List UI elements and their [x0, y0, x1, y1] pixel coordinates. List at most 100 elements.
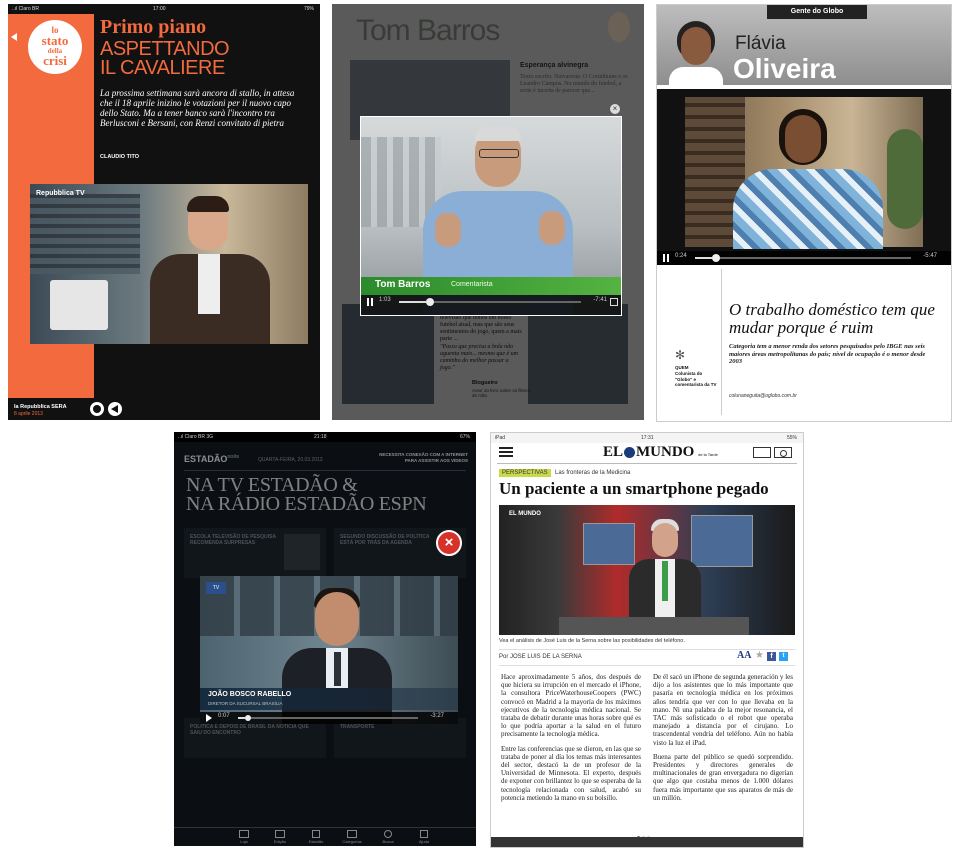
nav-estadao-label: Estadão — [308, 839, 324, 844]
doctor-tie — [662, 561, 668, 601]
video-controls: 0:24 -5:47 — [657, 251, 951, 265]
twitter-icon[interactable]: t — [779, 652, 788, 661]
favorite-icon[interactable]: ★ — [755, 650, 764, 662]
headline-line-2: IL CAVALIERE — [100, 57, 225, 79]
grid-icon — [347, 830, 357, 838]
hamburger-icon — [499, 451, 513, 453]
search-icon — [384, 830, 392, 838]
nav-store[interactable]: Loja — [230, 830, 258, 844]
pause-icon[interactable] — [663, 254, 669, 262]
nav-categories[interactable]: Categorias — [338, 830, 366, 844]
facebook-icon[interactable]: f — [767, 652, 776, 661]
menu-button[interactable] — [499, 447, 513, 457]
section-tag-text: Las fronteras de la Medicina — [555, 470, 631, 476]
side-text: Colunista do "Globo" e comentarista da T… — [675, 371, 717, 387]
play-icon[interactable] — [206, 714, 212, 722]
seek-knob[interactable] — [426, 298, 435, 306]
headline: ASPETTANDO IL CAVALIERE — [100, 39, 230, 79]
video-logo: EL MUNDO — [509, 511, 541, 517]
paragraph: Entre las conferencias que se dieron, en… — [501, 744, 641, 802]
status-bar: iPad 17:31 55% — [491, 433, 803, 443]
article-column-1: Hace aproximadamente 5 años, dos después… — [501, 673, 641, 808]
seek-bar[interactable] — [238, 715, 418, 721]
paragraph: De él sacó un iPhone de segunda generaci… — [653, 673, 793, 747]
font-size-button[interactable]: AA — [737, 650, 751, 661]
presenter-shirt — [198, 254, 220, 314]
lower-third-name: JOÃO BOSCO RABELLO — [208, 691, 292, 698]
nav-help[interactable]: Ajuda — [410, 830, 438, 844]
interviewee-hand-right — [539, 211, 565, 245]
video-shelves — [30, 194, 140, 274]
interviewee-hand-left — [435, 213, 461, 247]
nav-estadao[interactable]: Estadão — [302, 830, 330, 844]
clock: 21:18 — [314, 434, 327, 440]
chevron-left-icon — [11, 33, 17, 41]
seek-bar[interactable] — [695, 254, 911, 262]
section-title: Primo piano — [100, 16, 207, 38]
pause-icon[interactable] — [367, 298, 373, 306]
columnist-first-name: Flávia — [735, 33, 786, 54]
video-player[interactable]: Repubblica TV — [30, 184, 308, 344]
close-overlay-button[interactable]: × — [436, 530, 462, 556]
video-player[interactable]: 0:24 -5:47 — [657, 89, 951, 265]
nav-search[interactable]: Busca — [374, 830, 402, 844]
bottom-toolbar: Loja Edição Estadão Categorias Busca Aju… — [174, 827, 476, 846]
status-bar: ..ıl Claro BR 17:00 79% — [8, 4, 320, 14]
close-button[interactable] — [90, 402, 104, 416]
video-player[interactable]: TV JOÃO BOSCO RABELLO DIRETOR DA SUCURSA… — [200, 576, 458, 724]
asterisk-icon: ✻ — [675, 348, 686, 362]
paragraph: Buena parte del público se quedó sorpren… — [653, 752, 793, 802]
printer — [50, 280, 108, 330]
e-icon — [312, 830, 320, 838]
panel-globo: Gente do Globo Flávia Oliveira 0:24 -5:4… — [656, 4, 952, 422]
nav-search-label: Busca — [382, 839, 394, 844]
interviewee-hair — [475, 127, 521, 141]
standfirst: La prossima settimana sarà ancora di sta… — [100, 88, 295, 128]
commentator-tie — [334, 652, 341, 686]
remaining-time: -7:41 — [593, 297, 607, 303]
lower-third: JOÃO BOSCO RABELLO DIRETOR DA SUCURSAL B… — [200, 688, 458, 710]
email-link[interactable]: colunaneguita@oglobo.com.br — [729, 393, 797, 399]
columnist-body — [669, 67, 723, 85]
lower-third-name: Tom Barros — [375, 279, 431, 290]
byline-rule-2 — [499, 665, 795, 666]
article-headline: O trabalho doméstico tem que mudar porqu… — [729, 300, 935, 337]
video-player[interactable]: EL MUNDO — [499, 505, 795, 635]
footer-date: 8 aprile 2013 — [14, 411, 43, 417]
nav-categories-label: Categorias — [342, 839, 362, 844]
seek-knob[interactable] — [245, 715, 252, 721]
nav-edition[interactable]: Edição — [266, 830, 294, 844]
doctor-face — [652, 523, 678, 557]
tv-bug: TV — [206, 582, 226, 594]
audio-button[interactable] — [108, 402, 122, 416]
byline: Por JOSE LUIS DE LA SERNA — [499, 654, 582, 660]
seek-bar[interactable] — [399, 298, 581, 306]
fullscreen-icon[interactable] — [610, 298, 618, 306]
seek-knob[interactable] — [712, 254, 721, 262]
video-plant — [887, 129, 923, 229]
back-button[interactable] — [8, 26, 22, 48]
logo-sub: de la Tarde — [698, 452, 718, 457]
video-player[interactable]: Tom Barros Comentarista 1:03 -7:41 — [360, 116, 622, 316]
article-column-2: De él sacó un iPhone de segunda generaci… — [653, 673, 793, 808]
column-divider — [721, 269, 722, 415]
side-label: QUEM — [675, 365, 689, 370]
paragraph: Hace aproximadamente 5 años, dos después… — [501, 673, 641, 739]
settings-button[interactable] — [774, 447, 792, 458]
close-icon — [93, 405, 101, 413]
close-video-button[interactable]: × — [610, 104, 620, 114]
clock: 17:31 — [641, 435, 654, 441]
footer-brand: la Repubblica SERA — [14, 404, 67, 410]
close-icon: × — [612, 104, 618, 113]
video-controls: 1:03 -7:41 — [361, 295, 621, 315]
status-bar: ..ıl Claro BR 3G 21:18 67% — [174, 432, 476, 442]
presenter-hair — [187, 196, 229, 212]
byline: CLAUDIO TITO — [100, 154, 140, 160]
remaining-time: -5:47 — [923, 253, 937, 259]
remaining-time: -3:27 — [430, 713, 444, 719]
panel-tom-barros: Tom Barros Esperança alvinegra Texto esc… — [332, 4, 644, 420]
logo-el: EL — [603, 444, 624, 460]
battery: 79% — [303, 6, 314, 12]
help-icon — [420, 830, 428, 838]
page-view-button[interactable] — [753, 447, 771, 458]
